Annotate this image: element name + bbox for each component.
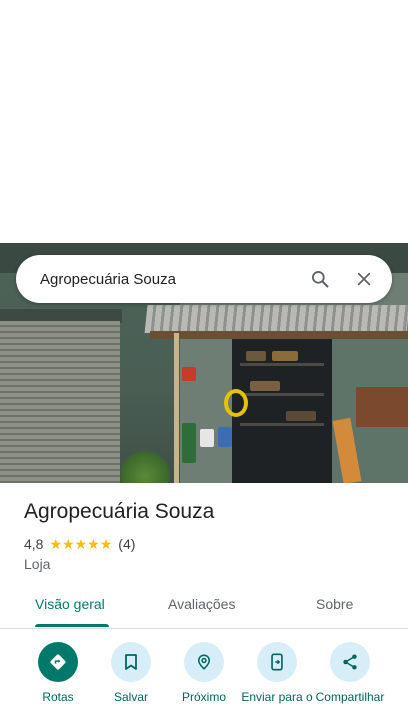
- tab-reviews[interactable]: Avaliações: [168, 596, 235, 612]
- directions-label: Rotas: [42, 690, 74, 704]
- nearby-button[interactable]: Próximo: [166, 642, 242, 704]
- rating-value: 4,8: [24, 536, 44, 552]
- tab-about[interactable]: Sobre: [316, 596, 353, 612]
- nearby-label: Próximo: [181, 690, 226, 704]
- search-input[interactable]: Agropecuária Souza: [40, 271, 298, 288]
- map-blank-area: [0, 0, 408, 243]
- rolling-shutter: [0, 321, 120, 483]
- star-icon: ★: [74, 536, 88, 552]
- save-label: Salvar: [113, 690, 148, 704]
- directions-icon: [38, 642, 78, 682]
- close-icon[interactable]: [342, 257, 386, 301]
- send-to-phone-label: Enviar para o: [241, 690, 313, 704]
- review-count[interactable]: (4): [118, 536, 135, 552]
- search-icon[interactable]: [298, 257, 342, 301]
- star-rating: ★ ★ ★ ★ ★: [49, 537, 112, 551]
- bookmark-icon: [111, 642, 151, 682]
- place-title: Agropecuária Souza: [24, 500, 215, 523]
- metal-roof: [144, 305, 408, 333]
- share-icon: [330, 642, 370, 682]
- plant: [120, 448, 170, 483]
- send-to-phone-icon: [257, 642, 297, 682]
- share-label: Compartilhar: [315, 690, 385, 704]
- send-to-phone-button[interactable]: Enviar para o: [239, 642, 315, 704]
- directions-button[interactable]: Rotas: [20, 642, 96, 704]
- tab-overview[interactable]: Visão geral: [35, 596, 105, 612]
- share-button[interactable]: Compartilhar: [312, 642, 388, 704]
- search-bar[interactable]: Agropecuária Souza: [16, 255, 392, 303]
- star-icon: ★: [62, 536, 75, 552]
- save-button[interactable]: Salvar: [93, 642, 169, 704]
- nearby-icon: [184, 642, 224, 682]
- tab-bar: Visão geral Avaliações Sobre: [0, 586, 408, 629]
- star-icon: ★: [99, 536, 113, 552]
- active-tab-indicator: [35, 624, 109, 627]
- star-icon: ★: [87, 536, 100, 552]
- rating-row[interactable]: 4,8 ★ ★ ★ ★ ★ (4): [24, 536, 135, 552]
- place-category: Loja: [24, 556, 51, 572]
- star-icon: ★: [49, 536, 63, 552]
